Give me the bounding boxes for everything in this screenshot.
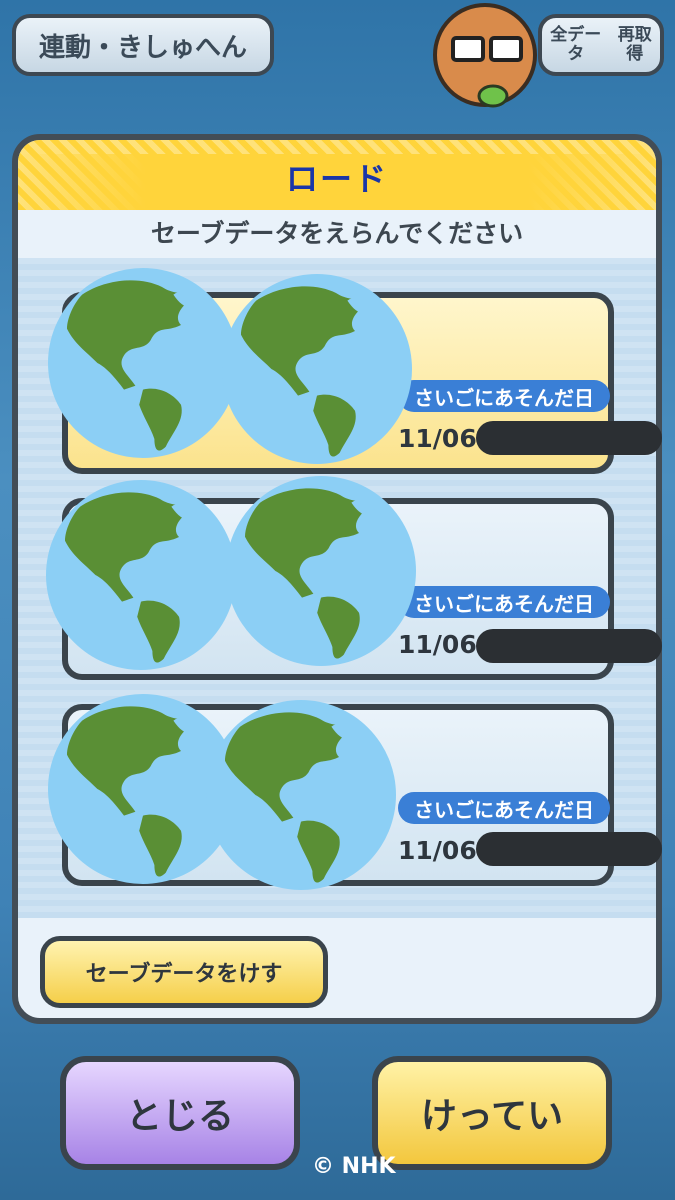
globe-icon [206,700,396,890]
last-played-label: さいごにあそんだ日 [398,792,610,824]
redaction-bar [476,832,662,866]
erase-save-data-button[interactable]: セーブデータをけす [40,936,328,1008]
refetch-all-data-button[interactable]: 全データ 再取得 [538,14,664,76]
close-button[interactable]: とじる [60,1056,300,1170]
redaction-bar [476,421,662,455]
confirm-button[interactable]: けってい [372,1056,612,1170]
globe-icon [222,274,412,464]
last-played-label: さいごにあそんだ日 [398,380,610,412]
dialog-title: ロード [285,160,388,198]
redaction-bar [476,629,662,663]
last-played-date: 11/06 [398,836,477,865]
globe-icon [46,480,236,670]
link-device-button[interactable]: 連動・きしゅへん [12,14,274,76]
mascot-character [433,3,537,108]
globe-icon [226,476,416,666]
copyright-text: © NHK [312,1154,396,1179]
refetch-line2: 再取得 [617,25,652,64]
globe-icon [48,268,238,458]
last-played-label: さいごにあそんだ日 [398,586,610,618]
refetch-line1: 全データ [550,25,602,64]
dialog-subtitle: セーブデータをえらんでください [150,219,524,248]
